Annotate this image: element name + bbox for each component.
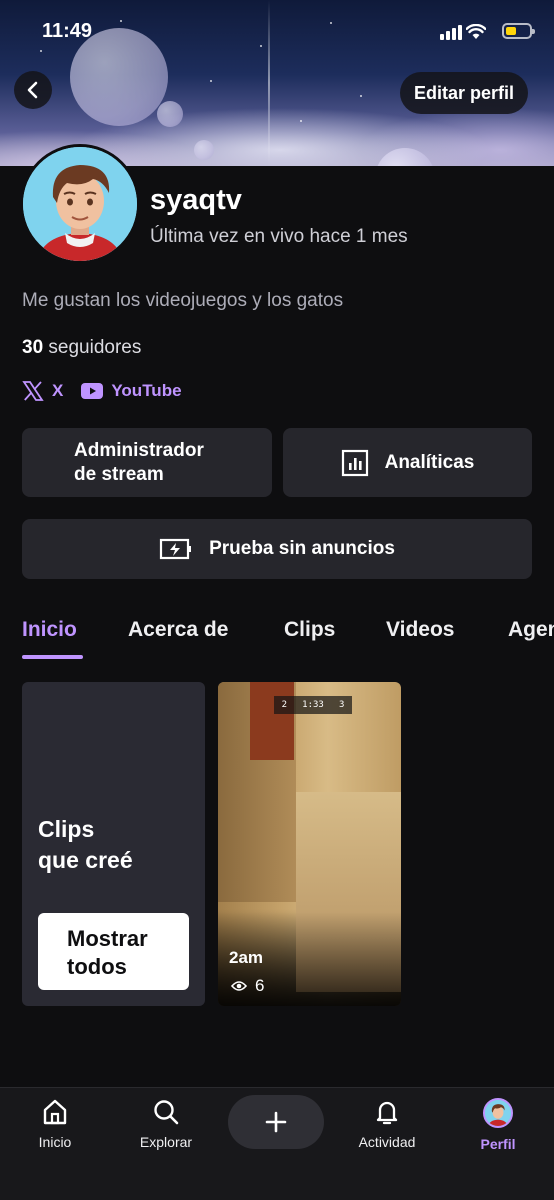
tab-acerca-de[interactable]: Acerca de: [128, 618, 228, 642]
analytics-button[interactable]: Analíticas: [283, 428, 532, 497]
social-links: X YouTube: [22, 381, 202, 401]
nav-inicio[interactable]: Inicio: [10, 1098, 100, 1150]
clip-views-count: 6: [255, 976, 265, 995]
battery-icon: [502, 23, 535, 39]
last-live-text: Última vez en vivo hace 1 mes: [150, 226, 408, 247]
bell-icon: [376, 1101, 398, 1125]
tab-inicio[interactable]: Inicio: [22, 618, 77, 642]
tab-videos[interactable]: Videos: [386, 618, 454, 642]
profile-tabs: Inicio Acerca de Clips Videos Agenda: [0, 614, 554, 664]
profile-avatar-icon: [483, 1098, 513, 1128]
analytics-label: Analíticas: [384, 451, 475, 473]
followers-label: seguidores: [48, 337, 142, 358]
back-button[interactable]: [14, 71, 52, 109]
nav-label-explorar: Explorar: [139, 1134, 193, 1150]
battery-bolt-icon: [159, 538, 192, 560]
plus-icon: [265, 1111, 287, 1133]
cellular-signal-icon: [440, 25, 462, 40]
social-link-youtube[interactable]: YouTube: [81, 381, 182, 401]
show-all-button[interactable]: Mostrar todos: [38, 913, 189, 990]
bio: Me gustan los videojuegos y los gatos: [22, 290, 344, 311]
my-clips-title: Clips que creé: [38, 816, 133, 873]
analytics-icon: [341, 449, 368, 476]
nav-label-inicio: Inicio: [38, 1134, 72, 1150]
avatar[interactable]: [20, 144, 140, 264]
username: syaqtv: [150, 184, 242, 216]
wifi-icon: [466, 24, 486, 39]
clip-title: 2am: [229, 948, 264, 967]
social-label-x: X: [52, 381, 64, 400]
active-tab-indicator: [22, 655, 83, 659]
status-time: 11:49: [42, 20, 93, 42]
bottom-navigation: Inicio Explorar Actividad Perfil: [0, 1087, 554, 1200]
youtube-icon: [81, 383, 104, 399]
nav-explorar[interactable]: Explorar: [121, 1098, 211, 1150]
chevron-left-icon: [27, 81, 38, 99]
ad-free-trial-label: Prueba sin anuncios: [209, 538, 395, 559]
create-button[interactable]: [228, 1095, 324, 1149]
nav-label-actividad: Actividad: [358, 1134, 416, 1150]
stream-manager-label: Administrador de stream: [74, 439, 204, 485]
nav-actividad[interactable]: Actividad: [342, 1098, 432, 1150]
edit-profile-button[interactable]: Editar perfil: [399, 72, 528, 114]
eye-icon: [231, 981, 247, 991]
search-icon: [154, 1100, 179, 1125]
game-hud: 2 1:33 3: [274, 696, 352, 714]
social-label-youtube: YouTube: [111, 381, 182, 400]
my-clips-card: Clips que creé Mostrar todos: [22, 682, 205, 1006]
clip-views: 6: [231, 976, 264, 996]
clip-thumbnail[interactable]: 2 1:33 3 2am 6: [218, 682, 401, 1006]
followers-count[interactable]: 30 seguidores: [22, 337, 141, 359]
status-bar: 11:49: [0, 0, 554, 66]
social-link-x[interactable]: X: [22, 381, 63, 401]
tab-clips[interactable]: Clips: [284, 618, 335, 642]
avatar-illustration: [23, 147, 137, 261]
x-logo-icon: [22, 381, 44, 401]
nav-perfil[interactable]: Perfil: [453, 1098, 543, 1152]
nav-label-perfil: Perfil: [480, 1136, 516, 1152]
home-icon: [43, 1099, 67, 1125]
ad-free-trial-button[interactable]: Prueba sin anuncios: [22, 519, 532, 579]
stream-manager-button[interactable]: Administrador de stream: [22, 428, 272, 497]
followers-number: 30: [22, 337, 44, 358]
tab-agenda[interactable]: Agenda: [508, 618, 554, 642]
